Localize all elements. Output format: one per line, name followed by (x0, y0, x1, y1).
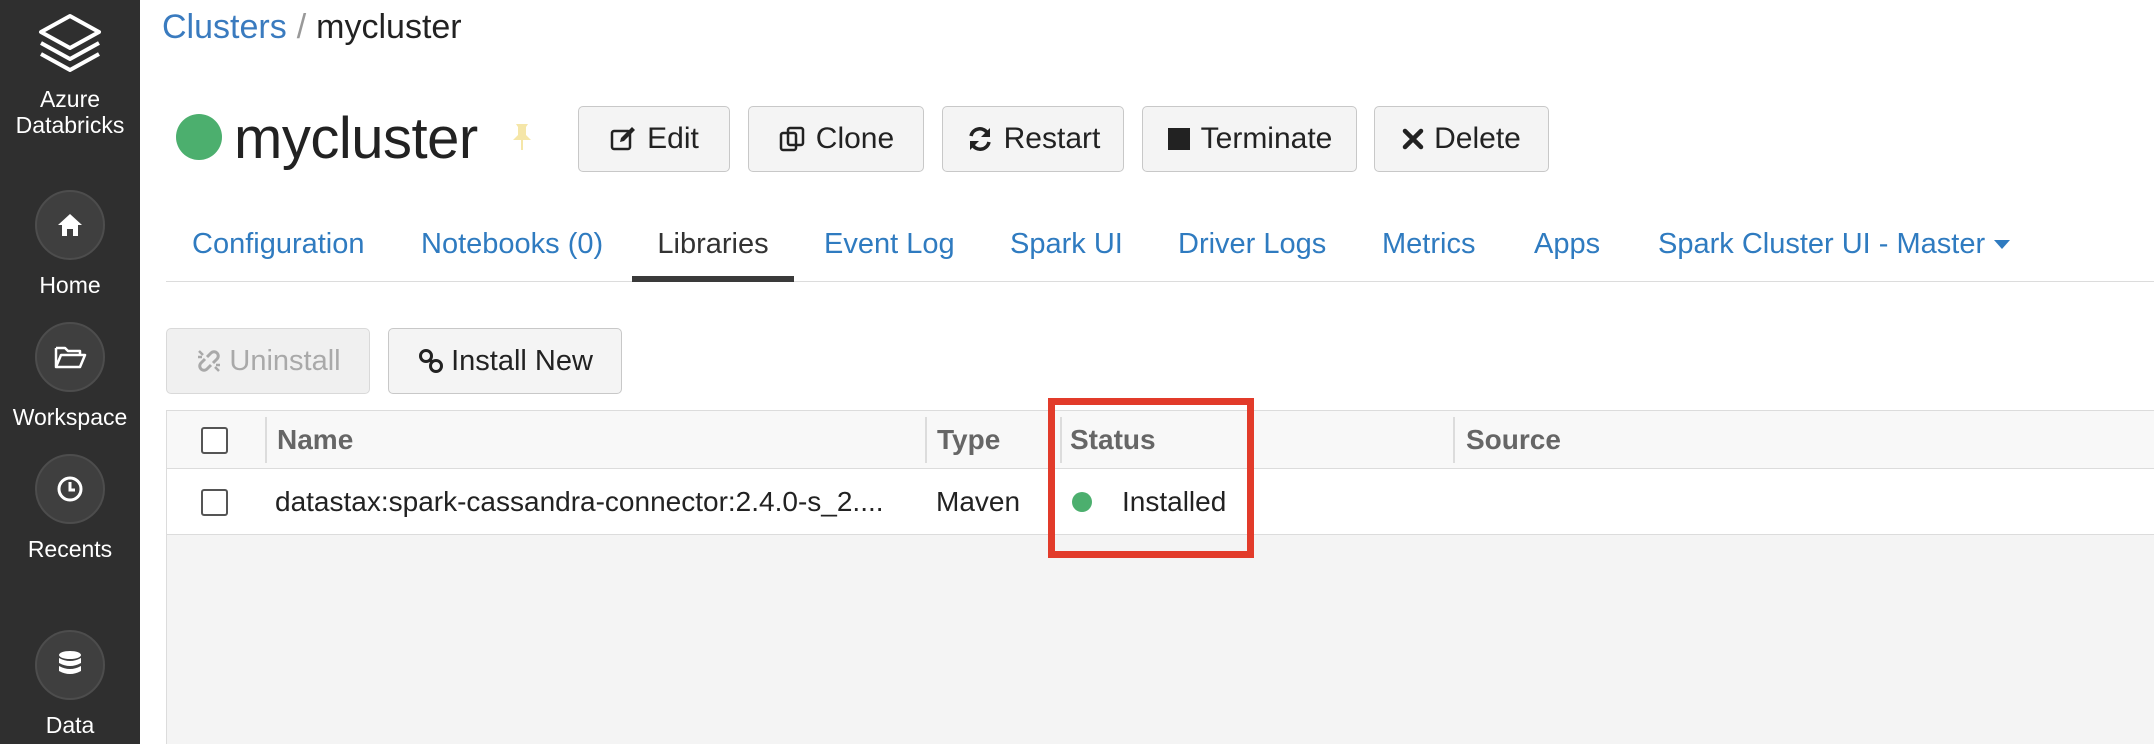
sidebar-item-label: Workspace (12, 404, 128, 430)
edit-label: Edit (647, 122, 699, 155)
cluster-tabs: Configuration Notebooks (0) Libraries Ev… (166, 206, 2154, 282)
library-name: datastax:spark-cassandra-connector:2.4.0… (275, 486, 884, 517)
brand-line1: Azure (39, 86, 101, 112)
caret-down-icon (1994, 240, 2011, 249)
tab-spark-cluster-ui-label: Spark Cluster UI - Master (1658, 227, 1986, 260)
sidebar-item-label: Home (39, 272, 101, 298)
page-title: mycluster (234, 106, 478, 171)
uninstall-label: Uninstall (229, 344, 341, 377)
install-new-label: Install New (451, 344, 593, 377)
terminate-button[interactable]: Terminate (1142, 106, 1357, 172)
breadcrumb-current: mycluster (316, 8, 462, 46)
sidebar-item-recents[interactable]: Recents (0, 454, 140, 563)
column-header-name[interactable]: Name (277, 411, 353, 469)
sidebar: Azure Databricks Home Workspace Recents (0, 0, 140, 744)
link-icon (419, 349, 444, 373)
breadcrumb: Clusters / mycluster (162, 8, 462, 47)
restart-label: Restart (1003, 122, 1101, 155)
terminate-label: Terminate (1200, 122, 1333, 155)
folder-open-icon (54, 346, 87, 369)
tab-spark-ui[interactable]: Spark UI (1010, 206, 1123, 282)
delete-button[interactable]: Delete (1374, 106, 1549, 172)
row-checkbox[interactable] (201, 489, 228, 516)
tab-libraries[interactable]: Libraries (632, 206, 794, 282)
library-type: Maven (936, 486, 1021, 517)
tab-metrics[interactable]: Metrics (1382, 206, 1475, 282)
edit-button[interactable]: Edit (578, 106, 730, 172)
sidebar-item-label: Data (45, 712, 95, 738)
sidebar-item-label: Recents (27, 536, 113, 562)
databricks-layers-icon (39, 14, 101, 72)
tab-notebooks[interactable]: Notebooks (0) (421, 206, 603, 282)
brand-line2: Databricks (15, 112, 125, 138)
restart-button[interactable]: Restart (942, 106, 1124, 172)
tab-apps[interactable]: Apps (1534, 206, 1600, 282)
edit-icon (610, 127, 636, 151)
sidebar-item-home[interactable]: Home (0, 190, 140, 299)
sidebar-item-data[interactable]: Data (0, 630, 140, 739)
cluster-status-indicator (176, 114, 222, 160)
refresh-icon (968, 127, 991, 151)
column-header-source[interactable]: Source (1466, 411, 1561, 469)
pin-icon[interactable] (510, 122, 534, 157)
clone-icon (779, 126, 805, 152)
tab-event-log[interactable]: Event Log (824, 206, 955, 282)
sidebar-item-workspace[interactable]: Workspace (0, 322, 140, 431)
unlink-icon (198, 350, 221, 372)
column-header-type[interactable]: Type (937, 411, 1000, 469)
brand-logo[interactable]: Azure Databricks (0, 10, 140, 138)
tab-driver-logs[interactable]: Driver Logs (1178, 206, 1326, 282)
home-icon (58, 214, 82, 236)
tab-spark-cluster-ui[interactable]: Spark Cluster UI - Master (1658, 206, 2011, 282)
database-icon (59, 651, 81, 674)
stop-icon (1167, 128, 1190, 150)
breadcrumb-separator: / (296, 8, 307, 46)
status-highlight-annotation (1048, 398, 1254, 558)
uninstall-button[interactable]: Uninstall (166, 328, 370, 394)
tab-configuration[interactable]: Configuration (192, 206, 365, 282)
close-icon (1402, 128, 1424, 150)
clone-button[interactable]: Clone (748, 106, 924, 172)
install-new-button[interactable]: Install New (388, 328, 622, 394)
breadcrumb-clusters-link[interactable]: Clusters (162, 8, 287, 46)
select-all-checkbox[interactable] (201, 427, 228, 454)
delete-label: Delete (1434, 122, 1521, 155)
clone-label: Clone (815, 122, 895, 155)
clock-icon (57, 476, 83, 502)
